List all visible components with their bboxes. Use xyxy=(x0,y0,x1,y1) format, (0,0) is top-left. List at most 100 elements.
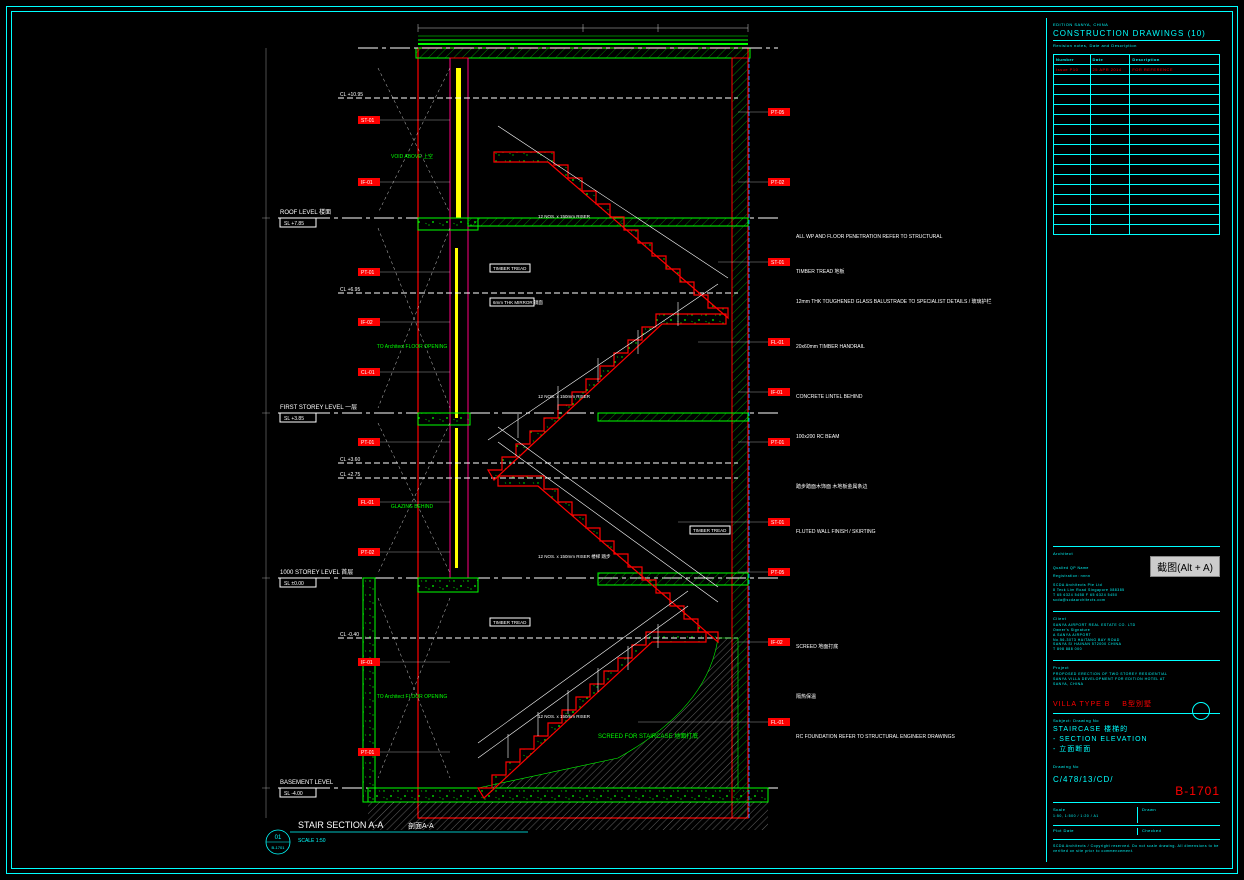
svg-text:STAIR SECTION A-A: STAIR SECTION A-A xyxy=(298,820,383,830)
svg-text:TIMBER TREAD: TIMBER TREAD xyxy=(493,620,527,625)
svg-text:SL ±0.00: SL ±0.00 xyxy=(284,581,304,587)
revision-row xyxy=(1054,75,1220,85)
svg-text:PT-02: PT-02 xyxy=(361,550,375,556)
svg-text:CL-01: CL-01 xyxy=(361,370,375,376)
revision-table: Number Date Description Issue P1025 APR … xyxy=(1053,54,1220,235)
svg-text:SL -4.00: SL -4.00 xyxy=(284,791,303,797)
drawing-number: C/478/13/CD/ xyxy=(1053,775,1113,784)
revision-row xyxy=(1054,155,1220,165)
drawn-label: Drawn xyxy=(1142,807,1220,812)
drawing-no-label: Drawing No xyxy=(1053,764,1113,769)
revision-header: Revision notes, Date and Description xyxy=(1053,43,1220,48)
svg-text:TIMBER TREAD: TIMBER TREAD xyxy=(693,528,727,533)
svg-text:ST-01: ST-01 xyxy=(771,260,785,266)
dwg-title-3: - 立面断面 xyxy=(1053,745,1220,755)
wall-core-yellow-upper xyxy=(456,68,461,218)
tag-leaders xyxy=(380,112,768,752)
villa-type-cn: B型別墅 xyxy=(1122,701,1152,708)
roof-slab xyxy=(416,48,750,58)
rev-col-date: Date xyxy=(1090,55,1130,65)
revision-row xyxy=(1054,85,1220,95)
revision-row xyxy=(1054,165,1220,175)
svg-text:SCALE 1:50: SCALE 1:50 xyxy=(298,838,326,844)
screed-label: SCREED FOR STAIRCASE 地面打底 xyxy=(598,732,698,740)
svg-text:SL +7.85: SL +7.85 xyxy=(284,221,304,227)
revision-row xyxy=(1054,205,1220,215)
svg-text:6mm THK MIRROR 镜面: 6mm THK MIRROR 镜面 xyxy=(493,299,543,306)
client-info: SANYA AIRPORT REAL ESTATE CO. LTD Owner'… xyxy=(1053,623,1220,652)
svg-text:BASEMENT LEVEL: BASEMENT LEVEL xyxy=(280,780,334,786)
qp-reg: Registration: nnnn xyxy=(1053,574,1090,579)
level-labels: ROOF LEVEL 楼面 SL +7.85 FIRST STOREY LEVE… xyxy=(280,208,357,797)
revision-row xyxy=(1054,115,1220,125)
material-tags-left: ST-01 IF-01 PT-01 IF-02 CL-01 PT-01 FL-0… xyxy=(358,116,380,756)
cl-labels: CL +10.95 CL +6.95 CL +3.60 CL +2.75 CL … xyxy=(340,92,363,638)
revision-row xyxy=(1054,195,1220,205)
green-notes: VOID ABOVE 上空 TO Architect FLOOR OPENING… xyxy=(377,153,448,700)
svg-text:TO Architect FLOOR OPENING: TO Architect FLOOR OPENING xyxy=(377,694,448,700)
svg-text:12 NOS. x 150mm RISER: 12 NOS. x 150mm RISER xyxy=(538,394,591,399)
revision-row xyxy=(1054,185,1220,195)
right-notes: ALL WP AND FLOOR PENETRATION REFER TO ST… xyxy=(796,234,992,740)
client-label: Client xyxy=(1053,616,1220,621)
scale-label: Scale xyxy=(1053,807,1131,812)
drawing-set: CONSTRUCTION DRAWINGS (10) xyxy=(1053,29,1220,41)
svg-text:VOID ABOVE 上空: VOID ABOVE 上空 xyxy=(391,153,433,160)
svg-text:CL -0.40: CL -0.40 xyxy=(340,632,359,638)
revision-row xyxy=(1054,105,1220,115)
svg-text:12 NOS. x 150mm RISER: 12 NOS. x 150mm RISER xyxy=(538,214,591,219)
svg-text:IF-02: IF-02 xyxy=(771,640,783,646)
svg-text:PT-05: PT-05 xyxy=(771,570,785,576)
svg-text:隔热保温: 隔热保温 xyxy=(796,693,816,700)
revision-row xyxy=(1054,215,1220,225)
dwg-title-2: - SECTION ELEVATION xyxy=(1053,735,1220,745)
svg-text:RC FOUNDATION REFER TO STRUCTU: RC FOUNDATION REFER TO STRUCTURAL ENGINE… xyxy=(796,734,955,740)
svg-text:FIRST STOREY LEVEL 一层: FIRST STOREY LEVEL 一层 xyxy=(280,404,357,411)
sheet-number: B-1701 xyxy=(1053,784,1220,798)
revision-row xyxy=(1054,225,1220,235)
svg-text:CL +3.60: CL +3.60 xyxy=(340,457,360,463)
svg-text:TO Architect FLOOR OPENING: TO Architect FLOOR OPENING xyxy=(377,344,448,350)
svg-text:剖面A-A: 剖面A-A xyxy=(408,821,434,830)
revision-row: Issue P1025 APR 2014FOR REFERENCE xyxy=(1054,65,1220,75)
date-label: Plot Date xyxy=(1053,828,1131,833)
svg-text:1000 STOREY LEVEL 首层: 1000 STOREY LEVEL 首层 xyxy=(280,568,353,576)
svg-text:12 NOS. x 150mm RISER 楼梯 踏步: 12 NOS. x 150mm RISER 楼梯 踏步 xyxy=(538,553,611,560)
svg-text:ALL WP AND FLOOR PENETRATION R: ALL WP AND FLOOR PENETRATION REFER TO ST… xyxy=(796,234,943,240)
svg-text:20x60mm TIMBER HANDRAIL: 20x60mm TIMBER HANDRAIL xyxy=(796,344,865,350)
revision-row xyxy=(1054,125,1220,135)
svg-text:B-1701: B-1701 xyxy=(272,845,286,850)
vertical-dims xyxy=(262,48,270,818)
screenshot-tooltip[interactable]: 截图(Alt + A) xyxy=(1150,556,1220,577)
svg-text:踏步踏面木饰面 木地板金属条边: 踏步踏面木饰面 木地板金属条边 xyxy=(796,483,867,490)
basement-wall-left xyxy=(363,578,375,802)
svg-text:PT-01: PT-01 xyxy=(361,270,375,276)
svg-text:PT-02: PT-02 xyxy=(771,180,785,186)
cad-drawing: SCREED FOR STAIRCASE 地面打底 xyxy=(18,18,1042,862)
svg-text:CL +10.95: CL +10.95 xyxy=(340,92,363,98)
svg-text:FL-01: FL-01 xyxy=(771,340,784,346)
wall-core-yellow-mid xyxy=(455,248,458,418)
svg-text:IF-02: IF-02 xyxy=(361,320,373,326)
svg-text:ST-01: ST-01 xyxy=(771,520,785,526)
stair-flight-3 xyxy=(488,314,726,480)
villa-type: VILLA TYPE B xyxy=(1053,701,1110,708)
revision-row xyxy=(1054,95,1220,105)
svg-text:PT-01: PT-01 xyxy=(771,440,785,446)
checked-label: Checked xyxy=(1142,828,1220,833)
firm-info: SCDA Architects Pte Ltd 8 Teck Lim Road … xyxy=(1053,583,1220,603)
material-tags-right: PT-05 PT-02 ST-01 FL-01 IF-01 PT-01 ST-0… xyxy=(768,108,790,726)
dim-top xyxy=(418,24,748,32)
drawing-canvas: SCREED FOR STAIRCASE 地面打底 xyxy=(18,18,1042,862)
svg-text:CL +6.95: CL +6.95 xyxy=(340,287,360,293)
svg-text:PT-01: PT-01 xyxy=(361,440,375,446)
svg-text:FL-01: FL-01 xyxy=(771,720,784,726)
slab-ground xyxy=(418,578,478,592)
svg-text:GLAZING BEHIND: GLAZING BEHIND xyxy=(391,504,434,510)
subject-label: Subject: Drawing No xyxy=(1053,718,1220,723)
basement-slab xyxy=(368,788,768,802)
wall-core-yellow-low xyxy=(455,428,458,568)
svg-text:TIMBER TREAD 地板: TIMBER TREAD 地板 xyxy=(796,268,845,275)
svg-text:ST-01: ST-01 xyxy=(361,118,375,124)
svg-text:CONCRETE LINTEL BEHIND: CONCRETE LINTEL BEHIND xyxy=(796,394,863,400)
